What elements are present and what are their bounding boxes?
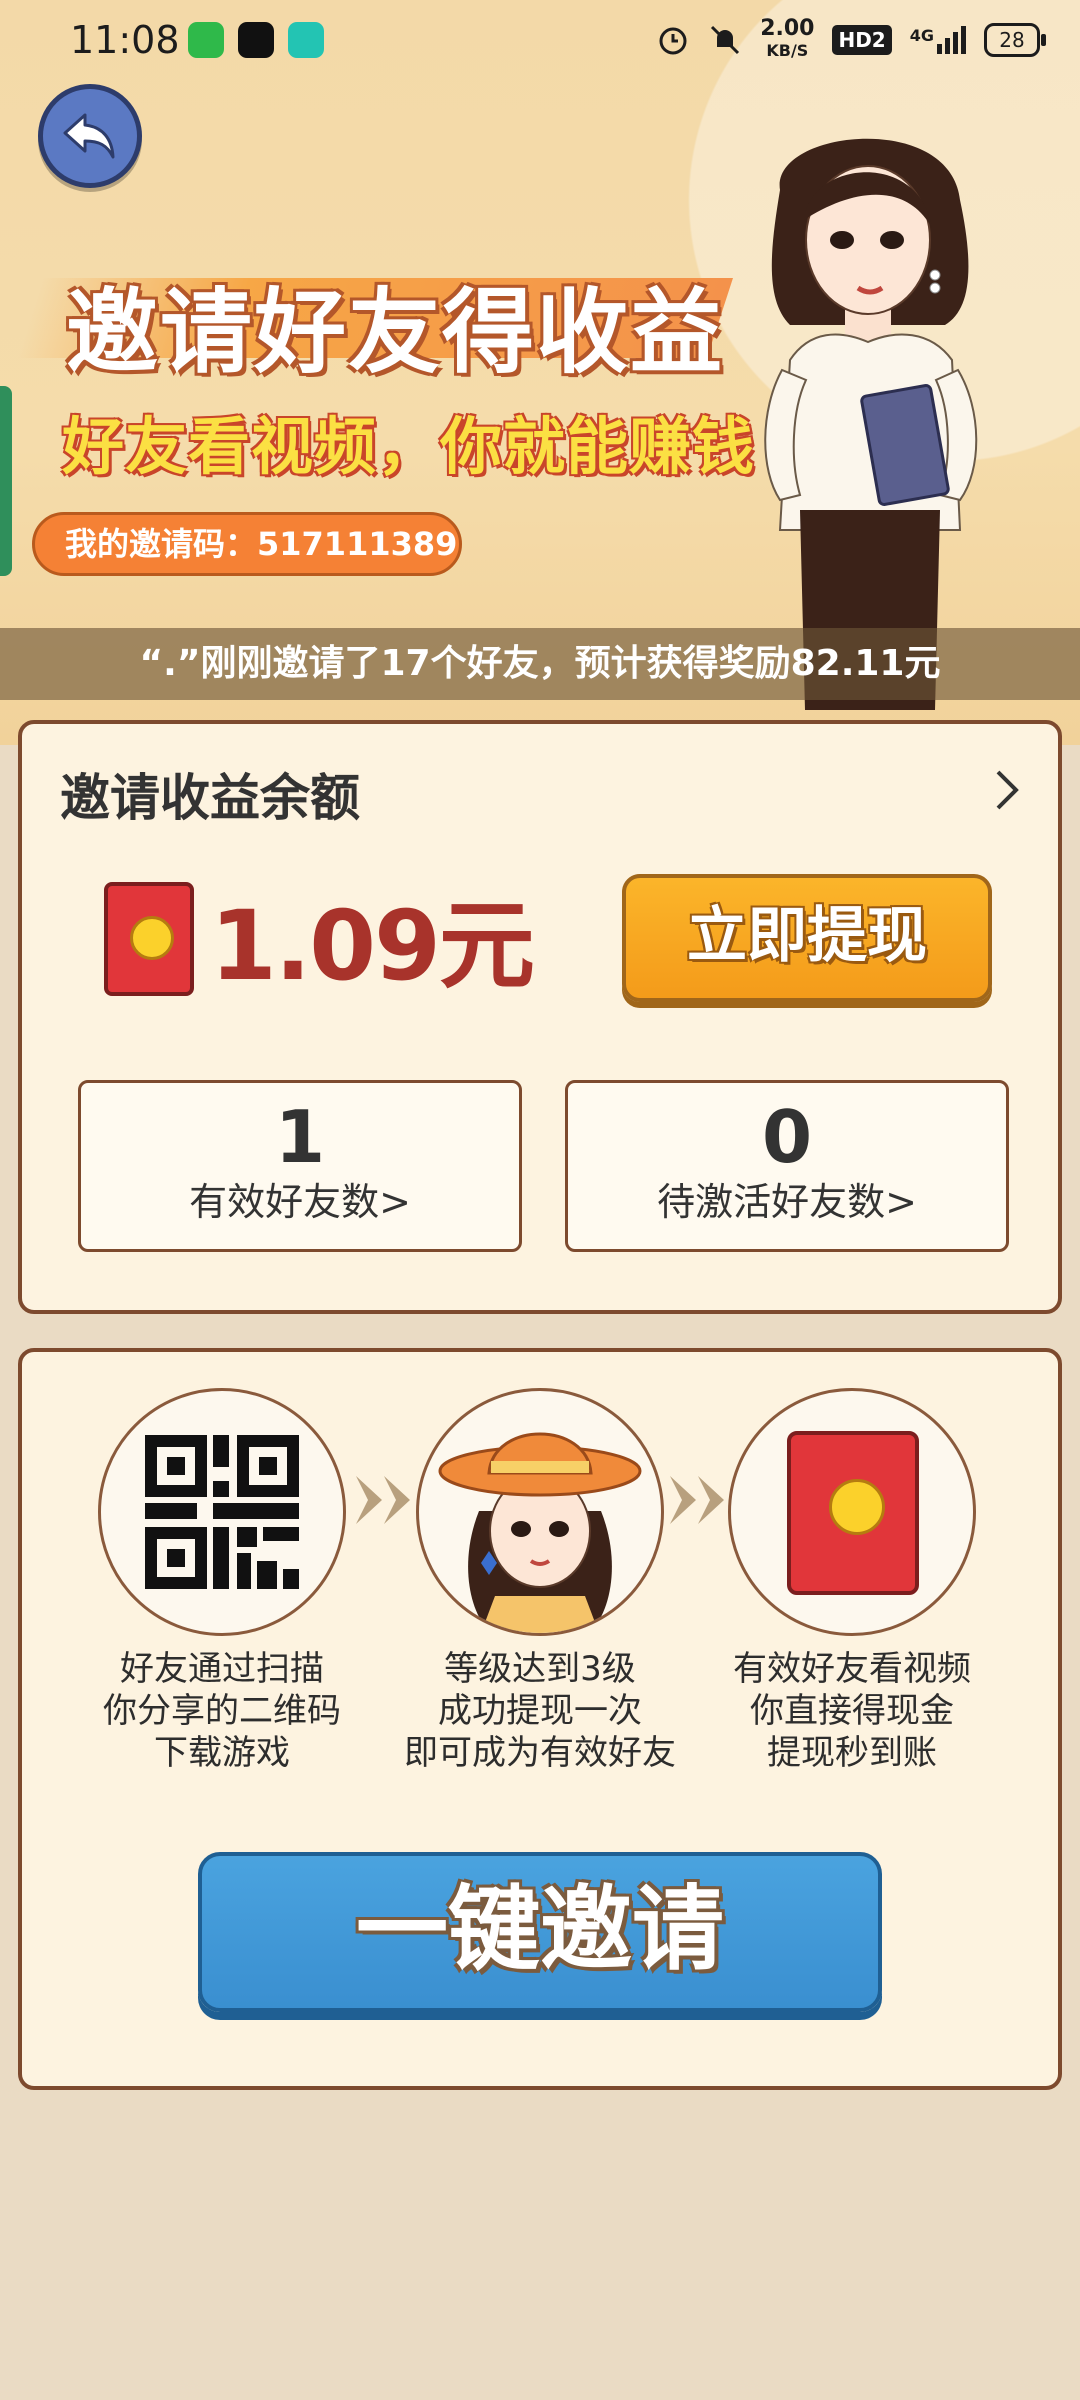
video-app-icon: [188, 22, 224, 58]
mute-bell-icon: [711, 25, 740, 55]
red-envelope-icon: [787, 1431, 919, 1595]
step-3-text: 有效好友看视频 你直接得现金 提现秒到账: [733, 1649, 971, 1773]
hd-badge: HD2: [832, 25, 892, 55]
chat-app-icon: [288, 22, 324, 58]
businesswoman-illustration: [764, 138, 978, 710]
back-arrow-icon: [63, 113, 115, 159]
status-time: 11:08: [70, 18, 180, 62]
one-click-invite-button[interactable]: 一键邀请: [198, 1852, 882, 2012]
side-tab[interactable]: [0, 386, 12, 576]
step-circle-red-envelope: [728, 1388, 976, 1636]
pending-friends-count: 0: [761, 1095, 813, 1179]
hero-banner: 11:08 2.00 KB/S HD2 4G 28 邀请好友得收益 好友看视频，…: [0, 0, 1080, 745]
valid-friends-label: 有效好友数>: [189, 1180, 411, 1224]
invite-steps-card: 好友通过扫描 你分享的二维码 下载游戏 等级达到3级 成功提现一次 即可成为有效…: [18, 1348, 1062, 2090]
invite-ticker: “.”刚刚邀请了17个好友，预计获得奖励82.11元: [0, 628, 1080, 700]
back-button[interactable]: [38, 84, 142, 188]
girl-avatar-icon: [438, 1432, 642, 1633]
valid-friends-count: 1: [274, 1095, 326, 1179]
red-envelope-icon: [104, 882, 194, 996]
hero-title: 邀请好友得收益: [17, 258, 733, 386]
step-2-text: 等级达到3级 成功提现一次 即可成为有效好友: [404, 1649, 676, 1773]
balance-title: 邀请收益余额: [60, 769, 360, 827]
status-indicators: 2.00 KB/S HD2 4G 28: [656, 16, 1046, 62]
invite-code-badge[interactable]: 我的邀请码：517111389: [32, 512, 462, 576]
step-circle-qr: [98, 1388, 346, 1636]
hero-subtitle: 好友看视频，你就能赚钱: [62, 410, 756, 483]
pending-friends-box[interactable]: 0 待激活好友数>: [565, 1080, 1009, 1252]
status-bar: 11:08 2.00 KB/S HD2 4G 28: [0, 0, 1080, 80]
qr-code-icon: [145, 1435, 299, 1589]
signal-icon: 4G: [910, 26, 966, 54]
chevron-right-icon[interactable]: [992, 768, 1022, 812]
status-app-icons: [188, 22, 324, 58]
double-chevron-right-icon: [670, 1476, 724, 1524]
valid-friends-box[interactable]: 1 有效好友数>: [78, 1080, 522, 1252]
pending-friends-label: 待激活好友数>: [657, 1180, 917, 1224]
balance-card: 邀请收益余额 1.09元 立即提现 1 有效好友数> 0 待激活好友数>: [18, 720, 1062, 1314]
step-1-text: 好友通过扫描 你分享的二维码 下载游戏: [103, 1649, 341, 1773]
network-speed: 2.00 KB/S: [760, 16, 815, 61]
step-circle-avatar: [416, 1388, 664, 1636]
alarm-icon: [659, 27, 687, 55]
balance-amount: 1.09元: [210, 890, 535, 1002]
double-chevron-right-icon: [356, 1476, 410, 1524]
tiktok-app-icon: [238, 22, 274, 58]
battery-indicator: 28: [984, 23, 1046, 57]
withdraw-button[interactable]: 立即提现: [622, 874, 992, 1002]
